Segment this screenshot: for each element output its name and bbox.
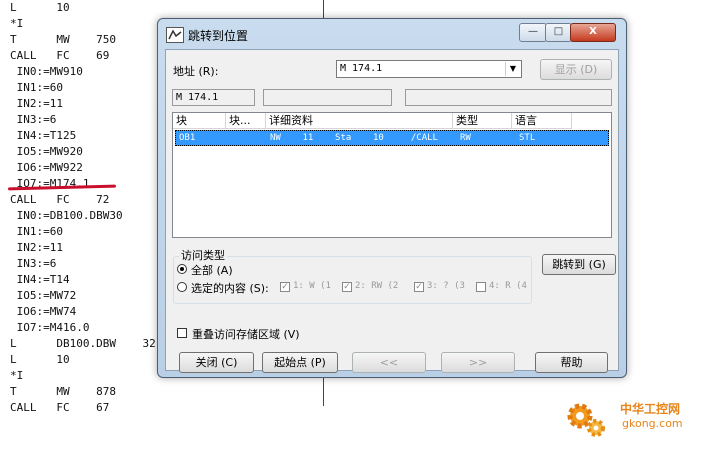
code-line: IN2:=11 [10, 241, 63, 254]
code-line: CALL FC 69 [10, 49, 110, 62]
code-line: IN4:=T125 [10, 129, 77, 142]
filter-w-label: 1: W (1 [293, 281, 331, 291]
column-header-details[interactable]: 详细资料 [266, 113, 453, 129]
row-language: STL [519, 133, 536, 143]
app-icon [166, 27, 184, 43]
code-line: IN4:=T14 [10, 273, 70, 286]
code-line: *I [10, 369, 24, 382]
info-field-1 [263, 89, 392, 106]
code-line: CALL FC 72 [10, 193, 110, 206]
previous-button[interactable]: << [352, 352, 426, 373]
display-button[interactable]: 显示 (D) [540, 59, 612, 80]
dialog-title: 跳转到位置 [188, 29, 249, 43]
filter-unknown-checkbox[interactable]: ✓ [414, 282, 424, 292]
radio-selected[interactable] [177, 282, 187, 292]
reference-list[interactable]: 块 块... 详细资料 类型 语言 OB1 NW 11 Sta 10 /CALL… [172, 112, 612, 238]
origin-button[interactable]: 起始点 (P) [262, 352, 338, 373]
code-line: IN3:=6 [10, 257, 57, 270]
filter-r-label: 4: R (4 [489, 281, 527, 291]
close-button[interactable]: 关闭 (C) [179, 352, 254, 373]
code-line: IN0:=DB100.DBW30 [10, 209, 123, 222]
code-line: IO7:=M416.0 [10, 321, 90, 334]
maximize-button[interactable]: □ [545, 23, 572, 42]
overlap-checkbox[interactable] [177, 328, 187, 338]
code-line: IN1:=60 [10, 81, 63, 94]
row-block: OB1 [179, 133, 196, 143]
gear-icon [567, 403, 605, 437]
row-type: RW [460, 133, 471, 143]
code-line: IO6:=MW922 [10, 161, 83, 174]
close-window-button[interactable]: X [570, 23, 616, 42]
address-display-field: M 174.1 [172, 89, 255, 106]
goto-location-dialog: 跳转到位置 — □ X 地址 (R): M 174.1 ▼ 显示 (D) M 1… [157, 18, 627, 378]
column-header-block-comment[interactable]: 块... [226, 113, 266, 129]
column-header-language[interactable]: 语言 [512, 113, 572, 129]
address-combobox[interactable]: M 174.1 ▼ [336, 60, 522, 78]
goto-button[interactable]: 跳转到 (G) [542, 254, 616, 275]
radio-all[interactable] [177, 264, 187, 274]
address-display-value: M 174.1 [176, 92, 219, 103]
list-item[interactable]: OB1 NW 11 Sta 10 /CALL RW STL [175, 130, 609, 146]
dialog-body: 地址 (R): M 174.1 ▼ 显示 (D) M 174.1 块 块... … [165, 49, 619, 373]
code-line: CALL FC 67 [10, 401, 110, 414]
overlap-checkbox-label[interactable]: 重叠访问存储区域 (V) [192, 326, 300, 342]
editor-divider [323, 376, 324, 406]
help-button[interactable]: 帮助 [535, 352, 608, 373]
access-type-title: 访问类型 [179, 247, 227, 263]
code-line: *I [10, 17, 24, 30]
watermark-url: gkong.com [622, 417, 683, 430]
filter-rw-checkbox[interactable]: ✓ [342, 282, 352, 292]
radio-all-label[interactable]: 全部 (A) [191, 262, 233, 278]
minimize-button[interactable]: — [519, 23, 547, 42]
gkong-watermark: 中华工控网 gkong.com [564, 398, 694, 444]
code-line: IN3:=6 [10, 113, 57, 126]
code-line: L 10 [10, 1, 70, 14]
code-line: IO6:=MW74 [10, 305, 77, 318]
chevron-down-icon[interactable]: ▼ [505, 62, 520, 76]
code-line: IO5:=MW72 [10, 289, 77, 302]
column-header-type[interactable]: 类型 [453, 113, 512, 129]
code-line: T MW 750 [10, 33, 116, 46]
radio-selected-label[interactable]: 选定的内容 (S): [191, 280, 269, 296]
code-line: T MW 878 [10, 385, 116, 398]
filter-rw-label: 2: RW (2 [355, 281, 399, 291]
filter-unknown-label: 3: ? (3 [427, 281, 465, 291]
filter-w-checkbox[interactable]: ✓ [280, 282, 290, 292]
next-button[interactable]: >> [441, 352, 515, 373]
code-line: IN1:=60 [10, 225, 63, 238]
editor-divider [323, 0, 324, 18]
watermark-title: 中华工控网 [620, 402, 681, 416]
code-line: IN0:=MW910 [10, 65, 83, 78]
dialog-titlebar[interactable]: 跳转到位置 — □ X [158, 19, 626, 49]
row-details: NW 11 Sta 10 /CALL [270, 133, 438, 143]
code-line: IO5:=MW920 [10, 145, 83, 158]
code-line: L DB100.DBW 32 [10, 337, 156, 350]
filter-r-checkbox[interactable] [476, 282, 486, 292]
code-line: L 10 [10, 353, 70, 366]
address-combobox-value: M 174.1 [340, 63, 383, 74]
code-line: IN2:=11 [10, 97, 63, 110]
column-header-block[interactable]: 块 [173, 113, 226, 129]
address-label: 地址 (R): [173, 65, 219, 78]
info-field-2 [405, 89, 612, 106]
